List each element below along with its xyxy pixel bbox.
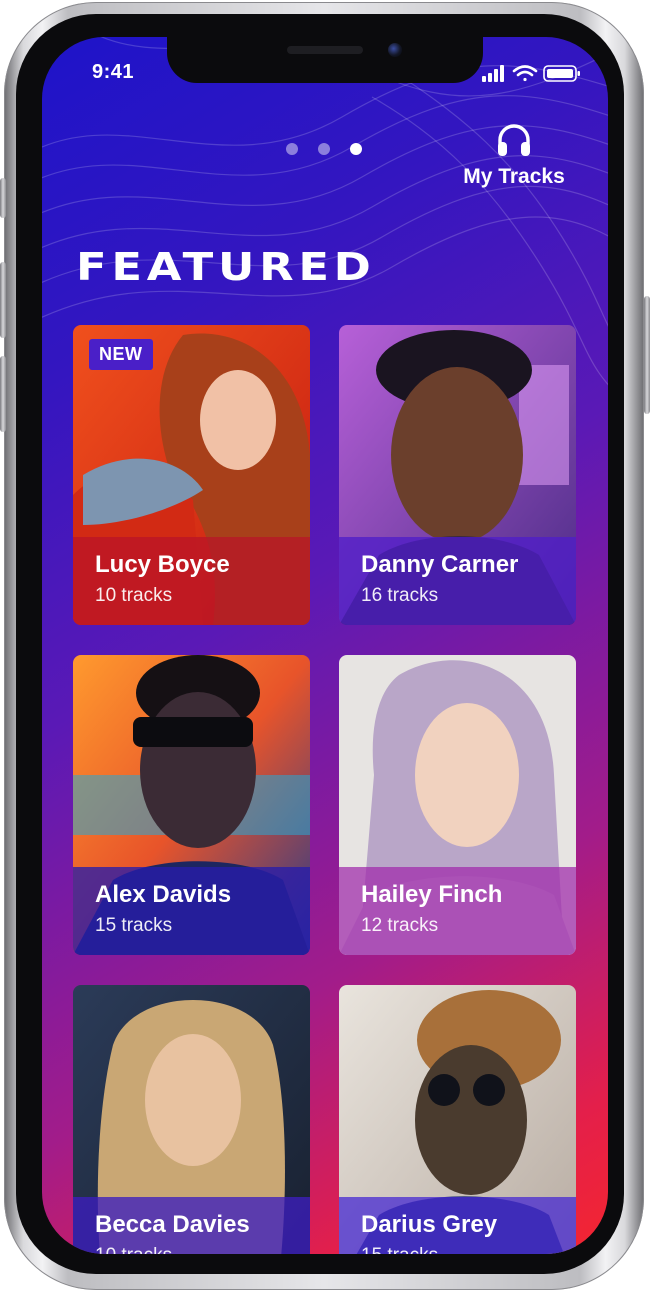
card-caption: Lucy Boyce 10 tracks: [73, 537, 310, 625]
artist-name: Alex Davids: [95, 881, 232, 908]
card-caption: Danny Carner 16 tracks: [339, 537, 576, 625]
card-caption: Hailey Finch 12 tracks: [339, 867, 576, 955]
card-caption: Alex Davids 15 tracks: [73, 867, 310, 955]
front-camera: [388, 43, 402, 57]
artist-name: Darius Grey: [361, 1211, 498, 1238]
track-count: 15 tracks: [361, 1245, 438, 1254]
page-title: FEATURED: [76, 245, 376, 289]
track-count: 16 tracks: [361, 585, 439, 606]
battery-icon: [543, 65, 580, 82]
my-tracks-label: My Tracks: [463, 165, 565, 188]
volume-down-button: [0, 356, 6, 432]
artist-card[interactable]: Alex Davids 15 tracks: [73, 655, 310, 955]
card-caption: Darius Grey 15 tracks: [339, 1197, 576, 1254]
notch: [167, 37, 483, 83]
my-tracks-button[interactable]: My Tracks: [454, 121, 574, 201]
track-count: 10 tracks: [95, 1245, 172, 1254]
page-indicator[interactable]: [286, 143, 362, 155]
wifi-icon: [512, 65, 538, 82]
headphones-icon: [498, 124, 530, 156]
page-dot-3[interactable]: [350, 143, 362, 155]
page-dot-2[interactable]: [318, 143, 330, 155]
artist-name: Danny Carner: [361, 551, 519, 578]
power-button: [644, 296, 650, 414]
artist-card[interactable]: Lucy Boyce 10 tracks NEW: [73, 325, 310, 625]
status-time: 9:41: [92, 61, 135, 83]
track-count: 15 tracks: [95, 915, 173, 936]
mute-switch: [0, 178, 6, 218]
signal-icon: [482, 65, 504, 82]
artist-card[interactable]: Darius Grey 15 tracks: [339, 985, 576, 1254]
new-badge: NEW: [89, 339, 153, 370]
card-caption: Becca Davies 10 tracks: [73, 1197, 310, 1254]
artist-card[interactable]: Becca Davies 10 tracks: [73, 985, 310, 1254]
track-count: 12 tracks: [361, 915, 439, 936]
artist-name: Hailey Finch: [361, 881, 503, 908]
artist-card[interactable]: Danny Carner 16 tracks: [339, 325, 576, 625]
app-screen: 9:41 My Tracks FEATURED Lucy Boyce 10 tr…: [42, 37, 608, 1254]
artist-name: Becca Davies: [95, 1211, 250, 1238]
volume-up-button: [0, 262, 6, 338]
artist-name: Lucy Boyce: [95, 551, 230, 578]
speaker-grille: [287, 46, 363, 54]
page-dot-1[interactable]: [286, 143, 298, 155]
artist-card[interactable]: Hailey Finch 12 tracks: [339, 655, 576, 955]
status-icons: [482, 65, 580, 82]
track-count: 10 tracks: [95, 585, 173, 606]
